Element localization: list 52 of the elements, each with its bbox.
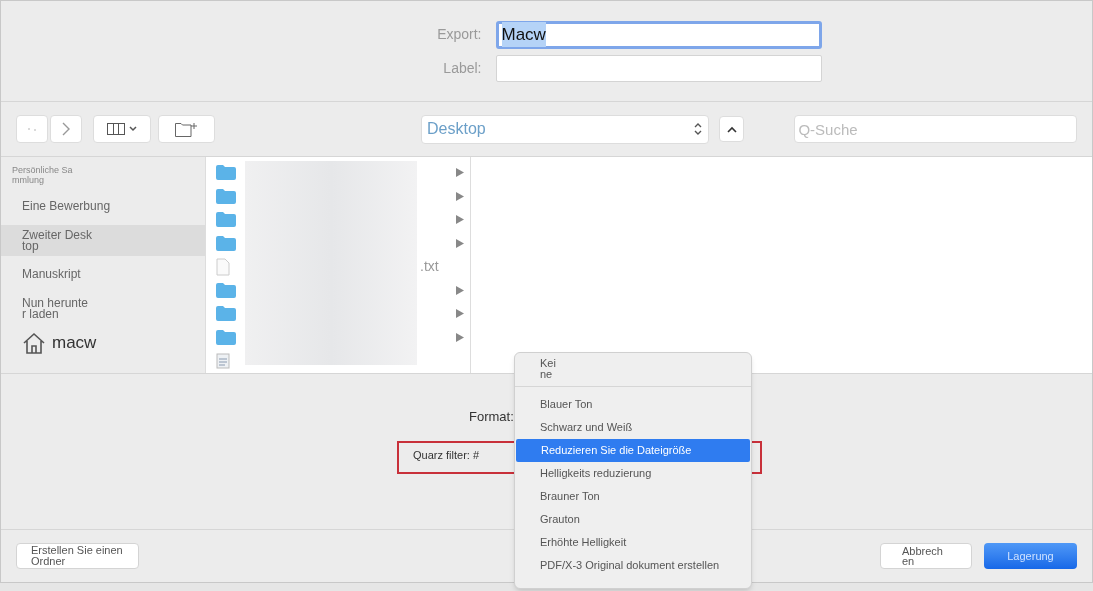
format-label: Format:: [469, 408, 514, 426]
menu-item[interactable]: Brauner Ton: [515, 485, 751, 508]
sidebar-item[interactable]: Manuskript: [1, 259, 205, 290]
file-icon: [216, 257, 230, 276]
new-folder-text-button[interactable]: Erstellen Sie einen Ordner: [16, 543, 139, 569]
folder-icon: [216, 235, 236, 251]
field-label: Export:: [436, 25, 482, 44]
folder-icon: [216, 188, 236, 204]
sidebar-item[interactable]: Zweiter Desk top: [1, 225, 205, 256]
disclosure-arrow-icon: [456, 215, 464, 225]
up-down-arrows-icon: [692, 121, 703, 137]
disclosure-arrow-icon: [456, 332, 464, 342]
dots-icon: [27, 127, 37, 131]
cancel-button[interactable]: Abbrech en: [880, 543, 972, 569]
folder-icon: [216, 282, 236, 298]
document-icon: [216, 352, 230, 369]
export-name-field[interactable]: Macw: [495, 20, 822, 49]
menu-item[interactable]: Grauton: [515, 508, 751, 531]
menu-item[interactable]: Reduzieren Sie die Dateigröße: [516, 439, 750, 462]
menu-item[interactable]: Helligkeits reduzierung: [515, 462, 751, 485]
sidebar-header: Persönliche Sa mmlung: [11, 165, 74, 185]
menu-item[interactable]: Blauer Ton: [515, 393, 751, 416]
view-mode-button[interactable]: [93, 115, 151, 143]
field-label: Label:: [442, 58, 482, 78]
disclosure-arrow-icon: [456, 238, 464, 248]
menu-item[interactable]: Kei ne: [515, 357, 751, 380]
chevron-down-icon: [128, 126, 137, 132]
folder-plus-icon: [175, 121, 198, 137]
sidebar-item[interactable]: macw: [1, 327, 205, 358]
disclosure-arrow-icon: [456, 309, 464, 319]
sidebar-item[interactable]: Eine Bewerbung: [1, 191, 205, 222]
folder-icon: [216, 329, 236, 345]
columns-icon: [106, 123, 125, 135]
disclosure-arrow-icon: [456, 285, 464, 295]
chevron-right-icon: [62, 122, 70, 136]
label-field[interactable]: [495, 54, 822, 82]
menu-item[interactable]: PDF/X-3 Original dokument erstellen: [515, 554, 751, 577]
expand-button[interactable]: [718, 116, 745, 142]
folder-icon: [216, 165, 236, 181]
new-folder-button[interactable]: [157, 115, 216, 143]
home-icon: [22, 331, 46, 354]
disclosure-arrow-icon: [456, 191, 464, 201]
search-field[interactable]: Q-Suche: [794, 115, 1077, 143]
disclosure-arrow-icon: [456, 168, 464, 178]
file-name: .txt: [420, 257, 439, 277]
sidebar-item[interactable]: Nun herunte r laden: [1, 293, 205, 324]
quartz-filter-label: Quarz filter: #: [413, 448, 480, 463]
menu-item[interactable]: Erhöhte Helligkeit: [515, 531, 751, 554]
chevron-up-icon: [726, 125, 737, 133]
folder-icon: [216, 306, 236, 322]
folder-icon: [216, 212, 236, 228]
menu-item[interactable]: Schwarz und Weiß: [515, 416, 751, 439]
